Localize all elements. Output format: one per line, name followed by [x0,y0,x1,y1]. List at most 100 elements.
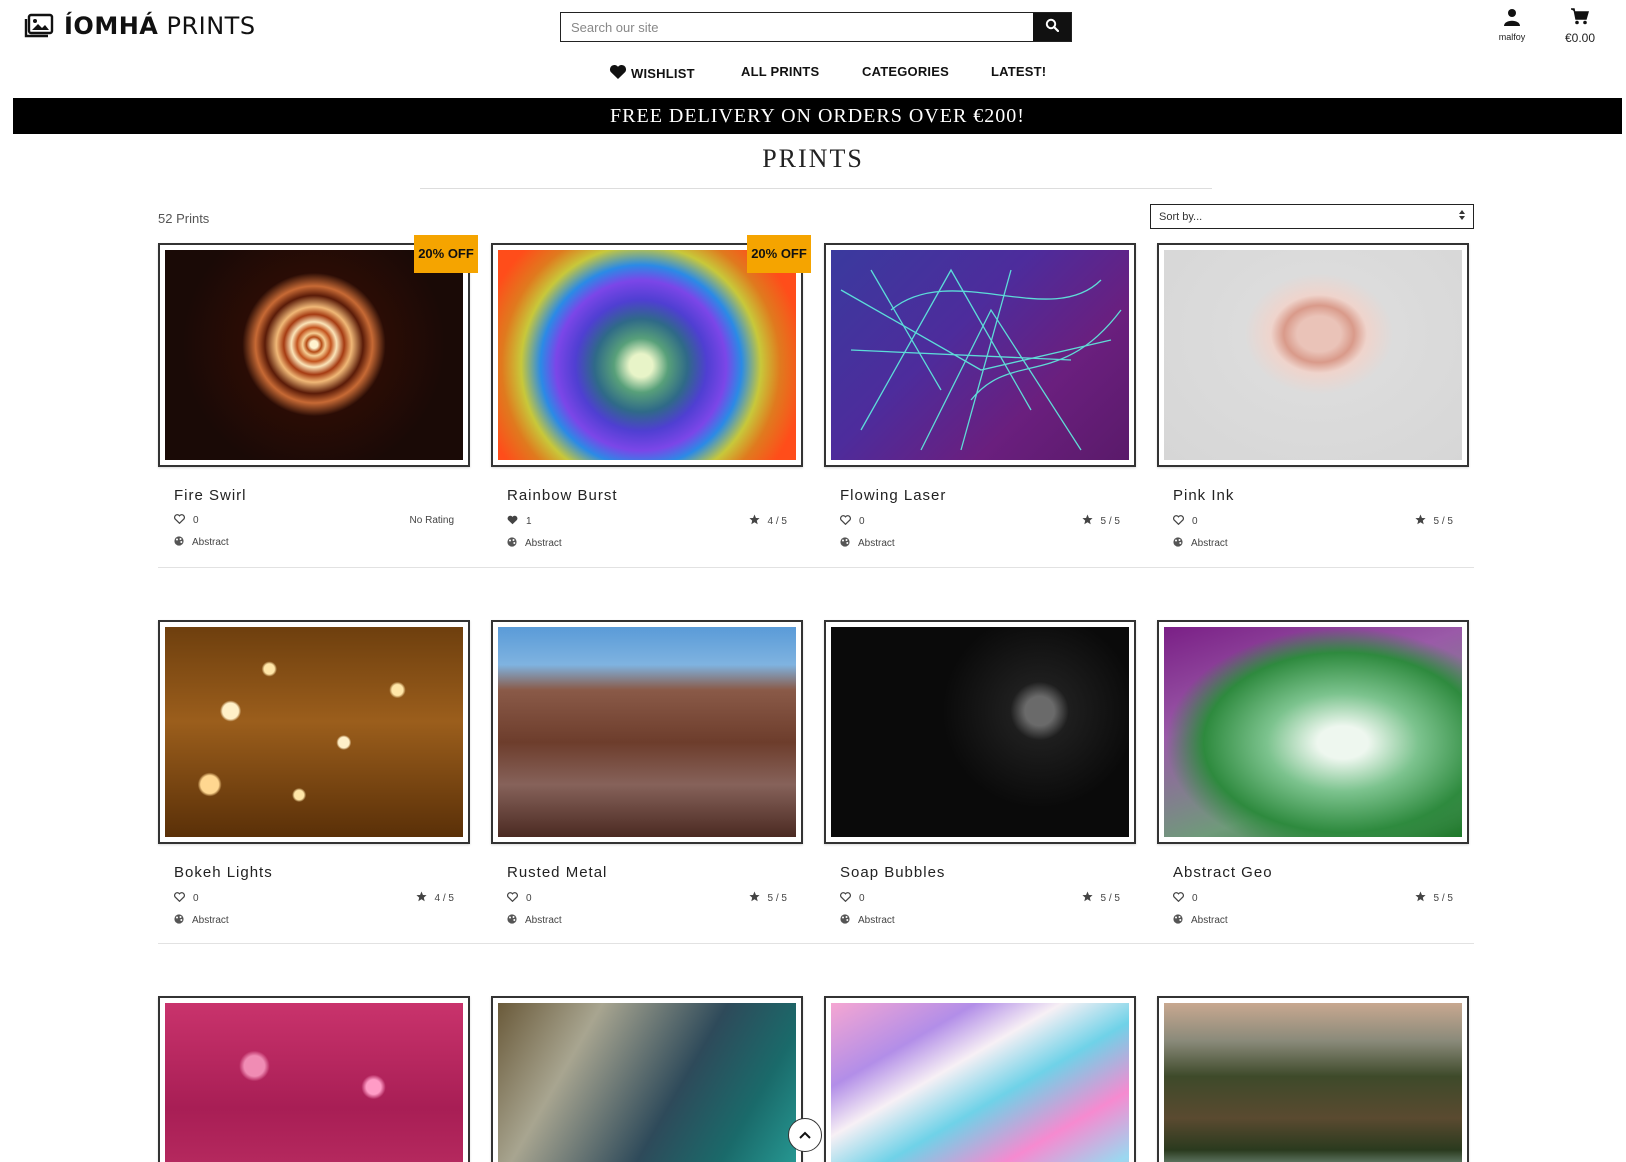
print-title[interactable]: Rainbow Burst [491,487,803,504]
print-card: 20% OFF Fire Swirl 0 No Rating Abstract [158,235,478,549]
cart-total: €0.00 [1564,31,1596,45]
print-title[interactable]: Bokeh Lights [158,864,470,881]
discount-badge: 20% OFF [747,235,811,273]
palette-icon [1173,537,1183,550]
palette-icon [507,914,517,927]
like-count: 0 [526,892,532,904]
print-title[interactable]: Abstract Geo [1157,864,1469,881]
heart-outline-icon[interactable] [1173,514,1184,528]
print-image-frame[interactable] [158,620,470,844]
sort-select[interactable]: Sort by... [1150,204,1474,229]
palette-icon [507,537,517,550]
nav-categories[interactable]: CATEGORIES [862,64,949,79]
sort-arrows-icon [1459,210,1465,223]
category-label[interactable]: Abstract [1191,538,1228,549]
print-image-frame[interactable] [1157,996,1469,1162]
print-image [831,627,1129,837]
search-icon [1045,18,1060,37]
heart-outline-icon[interactable] [507,891,518,905]
print-image-frame[interactable] [158,996,470,1162]
print-image [165,627,463,837]
category-label[interactable]: Abstract [858,915,895,926]
rating-text: 5 / 5 [1100,515,1120,527]
heart-outline-icon[interactable] [840,891,851,905]
account-label: malfoy [1498,32,1526,42]
search-bar [560,12,1072,42]
like-count: 0 [859,515,865,527]
print-image [165,250,463,460]
cart-icon [1571,8,1589,29]
heart-filled-icon[interactable] [507,515,518,528]
category-label[interactable]: Abstract [858,538,895,549]
user-icon [1504,9,1520,30]
star-icon [1414,891,1426,905]
star-icon [1081,891,1093,905]
rating-text: 5 / 5 [1433,515,1453,527]
site-logo[interactable]: ÍOMHÁ PRINTS [24,12,256,40]
rating-text: No Rating [409,515,454,526]
category-label[interactable]: Abstract [525,915,562,926]
print-card: Flowing Laser 0 5 / 5 Abstract [824,243,1136,550]
heart-outline-icon[interactable] [174,891,185,905]
search-input[interactable] [561,13,1033,41]
row-divider [158,943,1474,944]
row-divider [158,567,1474,568]
print-image [498,250,796,460]
rating-text: 5 / 5 [1100,892,1120,904]
print-title[interactable]: Rusted Metal [491,864,803,881]
nav-latest-label: LATEST! [991,64,1047,79]
palette-icon [840,914,850,927]
discount-badge: 20% OFF [414,235,478,273]
rating-text: 5 / 5 [767,892,787,904]
rating-text: 5 / 5 [1433,892,1453,904]
print-image-frame[interactable] [491,620,803,844]
print-card: 20% OFF Rainbow Burst 1 4 / 5 Abstract [491,235,811,550]
print-image [1164,627,1462,837]
star-icon [415,891,427,905]
palette-icon [174,914,184,927]
print-title[interactable]: Flowing Laser [824,487,1136,504]
heart-outline-icon[interactable] [840,514,851,528]
cart-button[interactable]: €0.00 [1560,8,1600,45]
nav-wishlist-label: WISHLIST [631,66,695,81]
print-title[interactable]: Fire Swirl [158,487,470,504]
chevron-up-icon [799,1126,811,1144]
image-gallery-icon [24,13,54,39]
star-icon [1414,514,1426,528]
title-divider [420,188,1212,189]
nav-wishlist[interactable]: WISHLIST [609,64,695,83]
print-image-frame[interactable] [824,996,1136,1162]
page-title: PRINTS [762,144,864,173]
print-image-frame[interactable] [824,243,1136,467]
palette-icon [840,537,850,550]
print-title[interactable]: Pink Ink [1157,487,1469,504]
like-count: 0 [1192,892,1198,904]
scroll-to-top-button[interactable] [788,1118,822,1152]
sort-label: Sort by... [1159,210,1203,223]
category-label[interactable]: Abstract [192,537,229,548]
print-image-frame[interactable] [1157,243,1469,467]
search-button[interactable] [1033,13,1071,41]
print-card: Bokeh Lights 0 4 / 5 Abstract [158,620,470,927]
print-image-frame[interactable] [491,996,803,1162]
account-menu[interactable]: malfoy [1490,8,1534,42]
like-count: 0 [193,892,199,904]
print-image-frame[interactable] [824,620,1136,844]
print-image-frame[interactable] [1157,620,1469,844]
nav-all-prints[interactable]: ALL PRINTS [741,64,819,79]
rating-text: 4 / 5 [434,892,454,904]
category-label[interactable]: Abstract [1191,915,1228,926]
category-label[interactable]: Abstract [192,915,229,926]
star-icon [748,891,760,905]
nav-latest[interactable]: LATEST! [991,64,1046,79]
heart-outline-icon[interactable] [1173,891,1184,905]
print-image [498,627,796,837]
print-image [1164,250,1462,460]
print-card [824,996,1136,1162]
category-label[interactable]: Abstract [525,538,562,549]
heart-outline-icon[interactable] [174,514,185,527]
print-image-frame[interactable]: 20% OFF [491,235,811,467]
rating-text: 4 / 5 [767,515,787,527]
print-title[interactable]: Soap Bubbles [824,864,1136,881]
print-image-frame[interactable]: 20% OFF [158,235,478,467]
